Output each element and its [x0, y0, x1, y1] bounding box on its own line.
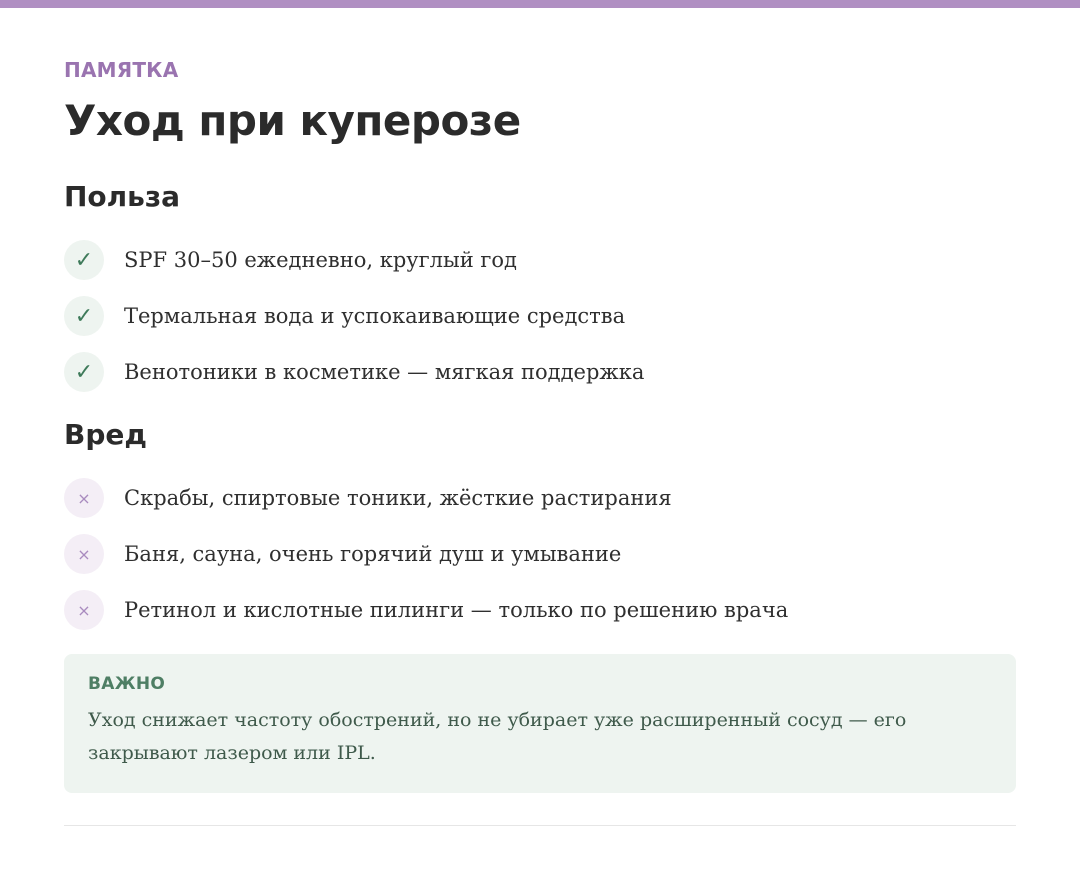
list-item-text: Баня, сауна, очень горячий душ и умывани…: [124, 542, 622, 566]
list-item-text: Ретинол и кислотные пилинги — только по …: [124, 598, 789, 622]
cross-icon: ×: [64, 590, 104, 630]
benefit-list: ✓ SPF 30–50 ежедневно, круглый год ✓ Тер…: [64, 232, 644, 400]
list-item: × Баня, сауна, очень горячий душ и умыва…: [64, 526, 788, 582]
cross-icon: ×: [64, 534, 104, 574]
section-heading-harm: Вред: [64, 418, 147, 451]
top-accent-bar: [0, 0, 1080, 8]
eyebrow-label: ПАМЯТКА: [64, 58, 179, 82]
check-icon: ✓: [64, 352, 104, 392]
page-title: Уход при куперозе: [64, 96, 521, 145]
list-item: × Ретинол и кислотные пилинги — только п…: [64, 582, 788, 638]
list-item: ✓ SPF 30–50 ежедневно, круглый год: [64, 232, 644, 288]
cross-icon: ×: [64, 478, 104, 518]
harm-list: × Скрабы, спиртовые тоники, жёсткие раст…: [64, 470, 788, 638]
list-item: × Скрабы, спиртовые тоники, жёсткие раст…: [64, 470, 788, 526]
section-heading-benefit: Польза: [64, 180, 181, 213]
list-item-text: SPF 30–50 ежедневно, круглый год: [124, 248, 517, 272]
check-icon: ✓: [64, 296, 104, 336]
list-item-text: Термальная вода и успокаивающие средства: [124, 304, 626, 328]
important-note: ВАЖНО Уход снижает частоту обострений, н…: [64, 654, 1016, 793]
list-item-text: Скрабы, спиртовые тоники, жёсткие растир…: [124, 486, 672, 510]
bottom-divider: [64, 825, 1016, 826]
list-item: ✓ Венотоники в косметике — мягкая поддер…: [64, 344, 644, 400]
list-item-text: Венотоники в косметике — мягкая поддержк…: [124, 360, 645, 384]
check-icon: ✓: [64, 240, 104, 280]
note-label: ВАЖНО: [88, 674, 166, 694]
note-text: Уход снижает частоту обострений, но не у…: [88, 709, 907, 764]
list-item: ✓ Термальная вода и успокаивающие средст…: [64, 288, 644, 344]
